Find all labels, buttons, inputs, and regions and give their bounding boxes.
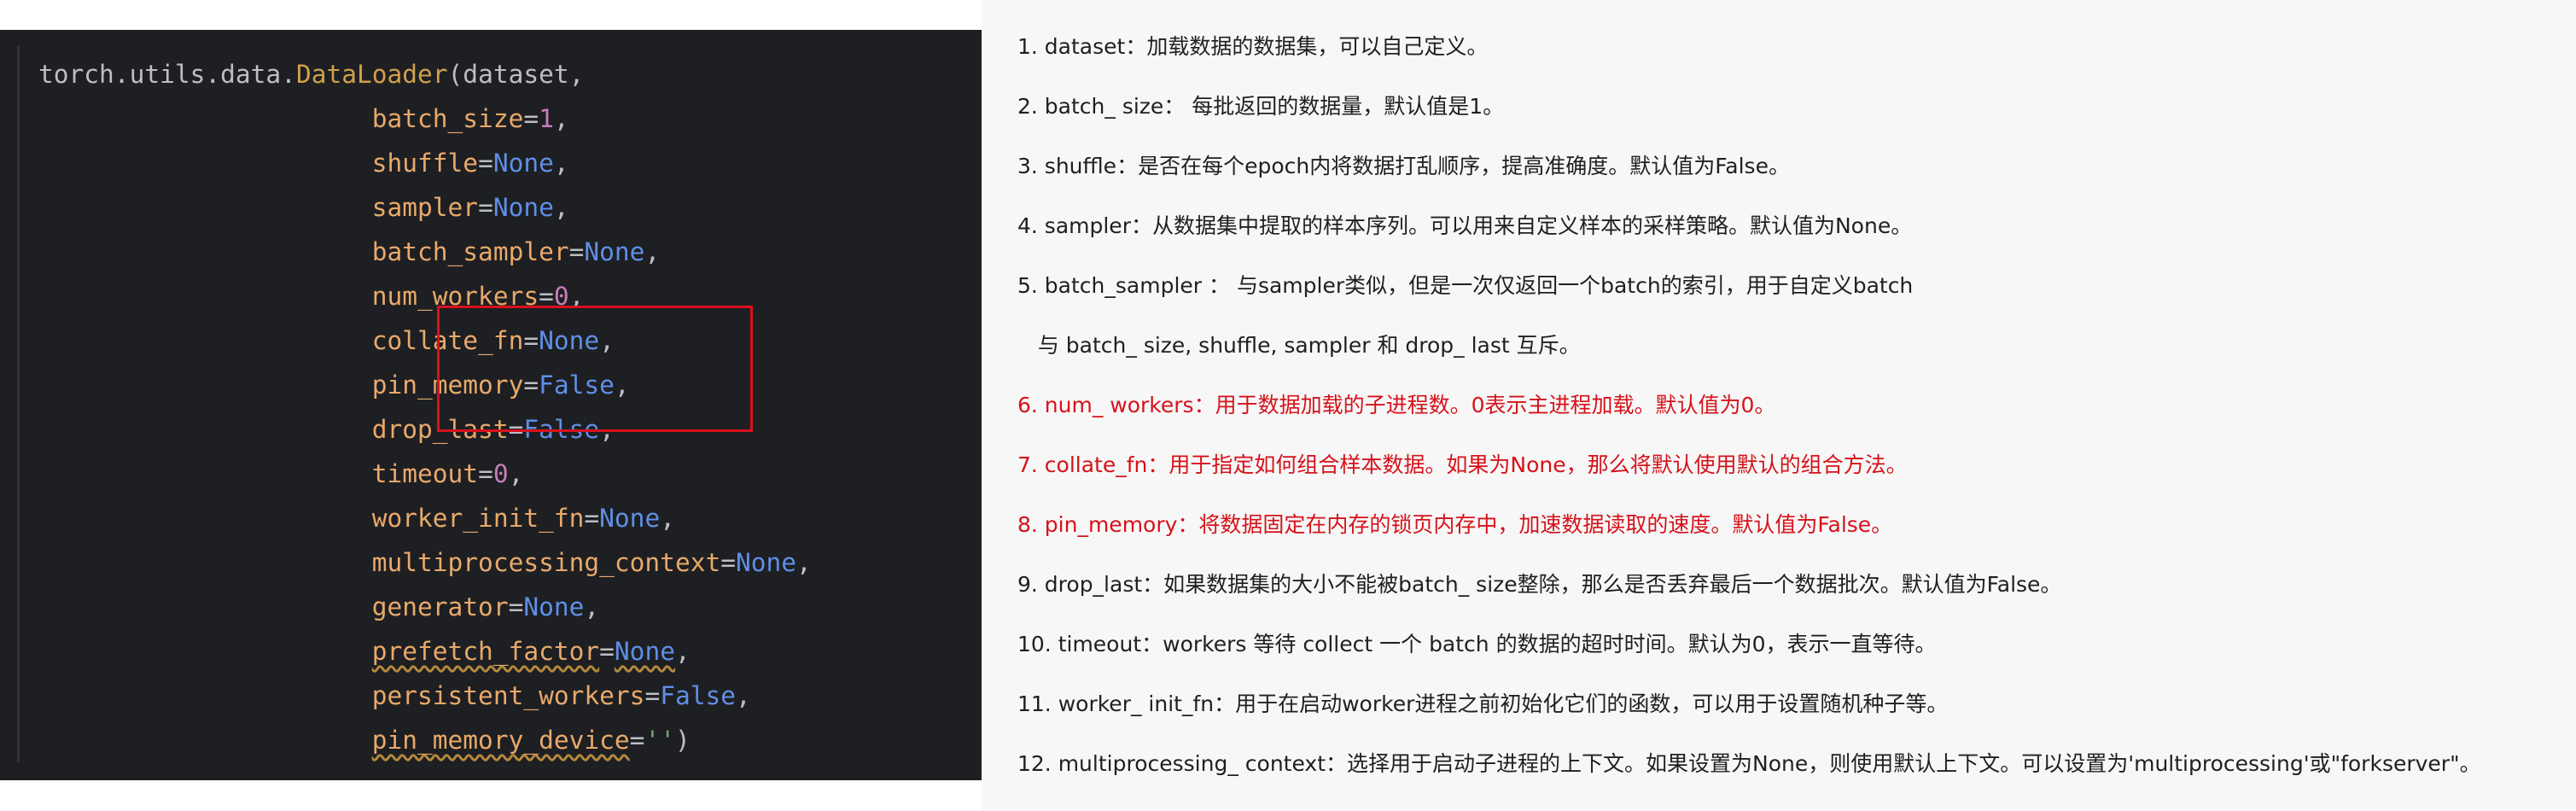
code-token: = — [568, 237, 585, 266]
code-token: False — [660, 681, 737, 710]
documentation-panel: 1. dataset：加载数据的数据集，可以自己定义。 2. batch_ siz… — [982, 0, 2576, 811]
code-token: , — [644, 237, 661, 266]
parameter-description: 10. timeout：workers 等待 collect 一个 batch … — [1017, 632, 1937, 656]
code-token: sampler — [371, 193, 479, 222]
code-token: = — [629, 726, 645, 755]
code-token: prefetch_factor — [371, 637, 600, 666]
code-token: (dataset, — [447, 60, 585, 89]
code-line[interactable]: timeout=0, — [38, 452, 812, 496]
code-token: generator — [371, 592, 509, 621]
code-token: 0 — [492, 459, 509, 488]
code-token: = — [644, 681, 661, 710]
code-line[interactable]: generator=None, — [38, 585, 812, 629]
code-token: torch.utils.data. — [38, 60, 296, 89]
code-token: , — [736, 681, 751, 710]
code-line[interactable]: pin_memory_device='') — [38, 718, 812, 762]
code-token: = — [478, 193, 493, 222]
parameter-description: 8. pin_memory：将数据固定在内存的锁页内存中，加速数据读取的速度。默… — [1017, 512, 1893, 537]
code-line[interactable]: sampler=None, — [38, 185, 812, 230]
code-token: multiprocessing_context — [371, 548, 721, 577]
code-token: timeout — [371, 459, 479, 488]
code-line[interactable]: shuffle=None, — [38, 141, 812, 185]
code-token: '' — [644, 726, 675, 755]
code-line[interactable]: batch_sampler=None, — [38, 230, 812, 274]
code-token: None — [584, 237, 645, 266]
code-token: , — [584, 592, 600, 621]
code-token: = — [720, 548, 736, 577]
code-token: batch_size — [371, 104, 524, 133]
parameter-description: 4. sampler：从数据集中提取的样本序列。可以用来自定义样本的采样策略。默… — [1017, 213, 1913, 238]
code-token: batch_sampler — [371, 237, 569, 266]
code-token: persistent_workers — [371, 681, 645, 710]
code-token: None — [614, 637, 675, 666]
code-token: , — [660, 504, 675, 533]
parameter-description: 3. shuffle：是否在每个epoch内将数据打乱顺序，提高准确度。默认值为… — [1017, 154, 1790, 178]
parameter-description: 6. num_ workers：用于数据加载的子进程数。0表示主进程加载。默认值… — [1017, 393, 1776, 417]
code-token: None — [736, 548, 797, 577]
code-token: None — [492, 193, 554, 222]
code-line[interactable]: torch.utils.data.DataLoader(dataset, — [38, 52, 812, 96]
parameter-description: 11. worker_ init_fn：用于在启动worker进程之前初始化它们… — [1017, 691, 1949, 716]
parameter-list: 1. dataset：加载数据的数据集，可以自己定义。 2. batch_ siz… — [1017, 26, 2481, 802]
code-token: DataLoader — [295, 60, 448, 89]
code-token: , — [508, 459, 524, 488]
parameter-description: 与 batch_ size, shuffle, sampler 和 drop_ … — [1017, 333, 1581, 358]
parameter-description: 12. multiprocessing_ context：选择用于启动子进程的上… — [1017, 751, 2481, 776]
parameter-description: 1. dataset：加载数据的数据集，可以自己定义。 — [1017, 34, 1489, 59]
parameter-description: 9. drop_last：如果数据集的大小不能被batch_ size整除，那么… — [1017, 572, 2062, 597]
code-token: = — [478, 459, 493, 488]
parameter-description: 5. batch_sampler ： 与sampler类似，但是一次仅返回一个b… — [1017, 273, 1914, 298]
code-token: , — [796, 548, 812, 577]
code-line[interactable]: multiprocessing_context=None, — [38, 540, 812, 585]
code-line[interactable]: prefetch_factor=None, — [38, 629, 812, 674]
code-line[interactable]: persistent_workers=False, — [38, 674, 812, 718]
code-token: = — [599, 637, 615, 666]
code-token: = — [478, 149, 493, 178]
code-token: pin_memory_device — [371, 726, 630, 755]
code-token: 1 — [539, 104, 554, 133]
code-token: , — [674, 637, 691, 666]
code-token: = — [508, 592, 524, 621]
code-token: None — [523, 592, 585, 621]
code-line[interactable]: worker_init_fn=None, — [38, 496, 812, 540]
parameter-description: 2. batch_ size： 每批返回的数据量，默认值是1。 — [1017, 94, 1505, 119]
code-editor[interactable]: torch.utils.data.DataLoader(dataset, bat… — [0, 30, 982, 780]
indent-guide — [17, 45, 20, 762]
code-token: None — [599, 504, 661, 533]
highlight-box — [437, 306, 753, 432]
code-token: , — [553, 104, 569, 133]
code-token: ) — [674, 726, 691, 755]
code-token: , — [553, 193, 569, 222]
code-token: = — [584, 504, 600, 533]
code-token: worker_init_fn — [371, 504, 585, 533]
code-line[interactable]: batch_size=1, — [38, 96, 812, 141]
code-token: , — [553, 149, 569, 178]
code-token: shuffle — [371, 149, 479, 178]
parameter-description: 7. collate_fn：用于指定如何组合样本数据。如果为None，那么将默认… — [1017, 452, 1908, 477]
code-token: None — [492, 149, 554, 178]
code-token: = — [523, 104, 539, 133]
